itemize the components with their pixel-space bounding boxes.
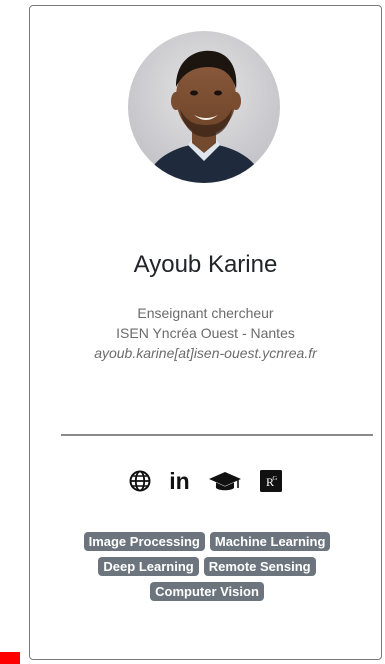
linkedin-icon: in [169, 467, 190, 494]
tag-image-processing[interactable]: Image Processing [83, 532, 205, 551]
page: Ayoub Karine Enseignant chercheur ISEN Y… [0, 0, 385, 664]
scholar-link[interactable] [208, 468, 242, 494]
svg-text:G: G [272, 475, 277, 482]
tag-deep-learning[interactable]: Deep Learning [98, 557, 199, 576]
tag-machine-learning[interactable]: Machine Learning [209, 532, 331, 551]
avatar [128, 31, 280, 183]
research-tags: Image Processing Machine Learning Deep L… [48, 532, 366, 601]
corner-marker [0, 652, 20, 664]
profile-role: Enseignant chercheur [137, 305, 274, 321]
globe-icon [129, 470, 151, 492]
profile-email: ayoub.karine[at]isen-ouest.ycnrea.fr [94, 345, 317, 361]
divider [61, 434, 373, 436]
graduation-cap-icon [208, 472, 241, 491]
profile-organization: ISEN Yncréa Ouest - Nantes [116, 325, 295, 341]
profile-name: Ayoub Karine [133, 251, 278, 278]
tag-computer-vision[interactable]: Computer Vision [150, 582, 264, 601]
website-link[interactable] [129, 468, 151, 494]
avatar-photo [128, 31, 280, 183]
social-links: in R G [30, 466, 381, 496]
linkedin-link[interactable]: in [169, 468, 189, 494]
profile-card: Ayoub Karine Enseignant chercheur ISEN Y… [29, 5, 382, 660]
researchgate-link[interactable]: R G [259, 468, 282, 494]
researchgate-icon: R G [259, 470, 282, 492]
tag-remote-sensing[interactable]: Remote Sensing [203, 557, 316, 576]
